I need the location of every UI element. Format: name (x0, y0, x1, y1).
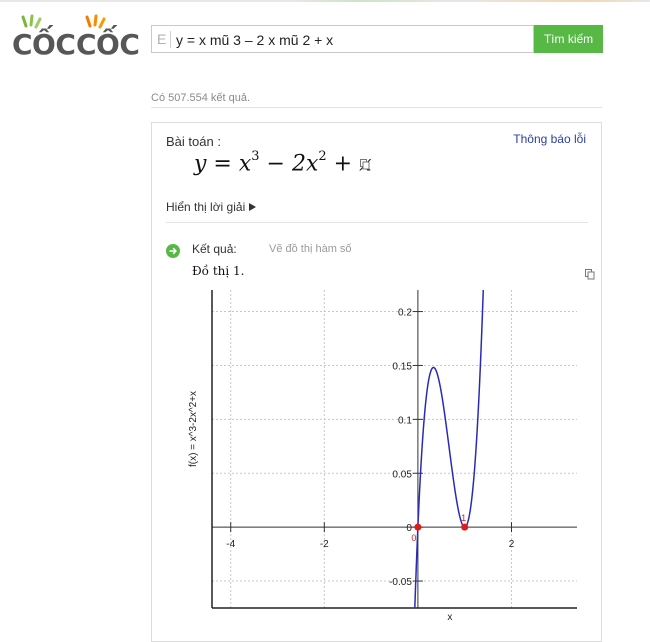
result-subtitle: Vẽ đồ thị hàm số (269, 243, 352, 255)
graph-point (414, 523, 422, 531)
y-tick-label: -0.05 (389, 577, 412, 588)
result-label: Kết quả: (192, 242, 237, 256)
formula-y: y (194, 151, 207, 177)
function-graph[interactable]: -4 -2 2-0.0500.050.10.150.201xf(x) = x^3-2… (182, 278, 592, 623)
report-error-link[interactable]: Thông báo lỗi (513, 132, 586, 146)
x-axis-label: x (447, 612, 452, 623)
logo-word-2: CỐC (76, 28, 140, 61)
y-tick-label: 0.2 (398, 308, 412, 319)
graph-point (461, 523, 469, 531)
y-tick-label: 0.05 (392, 469, 412, 480)
search-input[interactable] (176, 30, 526, 49)
math-result-card: Bài toán : Thông báo lỗi y = x3 − 2x2 + … (151, 122, 602, 642)
result-count: Có 507.554 kết quả. (151, 92, 251, 104)
top-color-stripe (0, 0, 650, 2)
formula-eq: = (206, 151, 239, 177)
y-tick-label: 0.1 (398, 415, 412, 426)
search-prefix-icon: E (157, 31, 167, 47)
search-divider (170, 31, 171, 48)
formula-x1: x (238, 151, 252, 177)
show-solution-link[interactable]: Hiển thị lời giải (166, 200, 245, 214)
expand-triangle-icon[interactable] (249, 203, 257, 211)
problem-label: Bài toán : (166, 134, 221, 149)
problem-formula: y = x3 − 2x2 + x (194, 149, 372, 177)
x-tick-label: 2 (509, 539, 515, 550)
formula-exp2: 2 (318, 149, 327, 164)
x-tick-label: -4 (226, 539, 235, 550)
x-tick-label: -2 (320, 539, 329, 550)
y-axis-label: f(x) = x^3-2x^2+x (188, 391, 199, 467)
formula-plus: + (326, 151, 360, 177)
copy-icon[interactable] (360, 159, 370, 170)
divider (151, 107, 602, 108)
arrow-right-circle-icon (166, 244, 180, 258)
formula-exp1: 3 (251, 149, 260, 164)
coccoc-logo[interactable]: CỐC CỐC (12, 14, 140, 61)
graph-title: Đồ thị 1. (192, 264, 245, 278)
formula-x2: x (305, 151, 319, 177)
function-curve (414, 290, 485, 608)
divider (166, 222, 588, 223)
graph-point-label: 1 (461, 513, 466, 523)
search-button[interactable]: Tìm kiếm (534, 25, 603, 53)
graph-point-label: 0 (411, 533, 416, 543)
logo-word-1: CỐC (12, 28, 76, 61)
formula-minus: − 2 (259, 151, 306, 177)
search-box[interactable]: E (151, 25, 534, 53)
y-tick-label: 0.15 (392, 361, 412, 372)
